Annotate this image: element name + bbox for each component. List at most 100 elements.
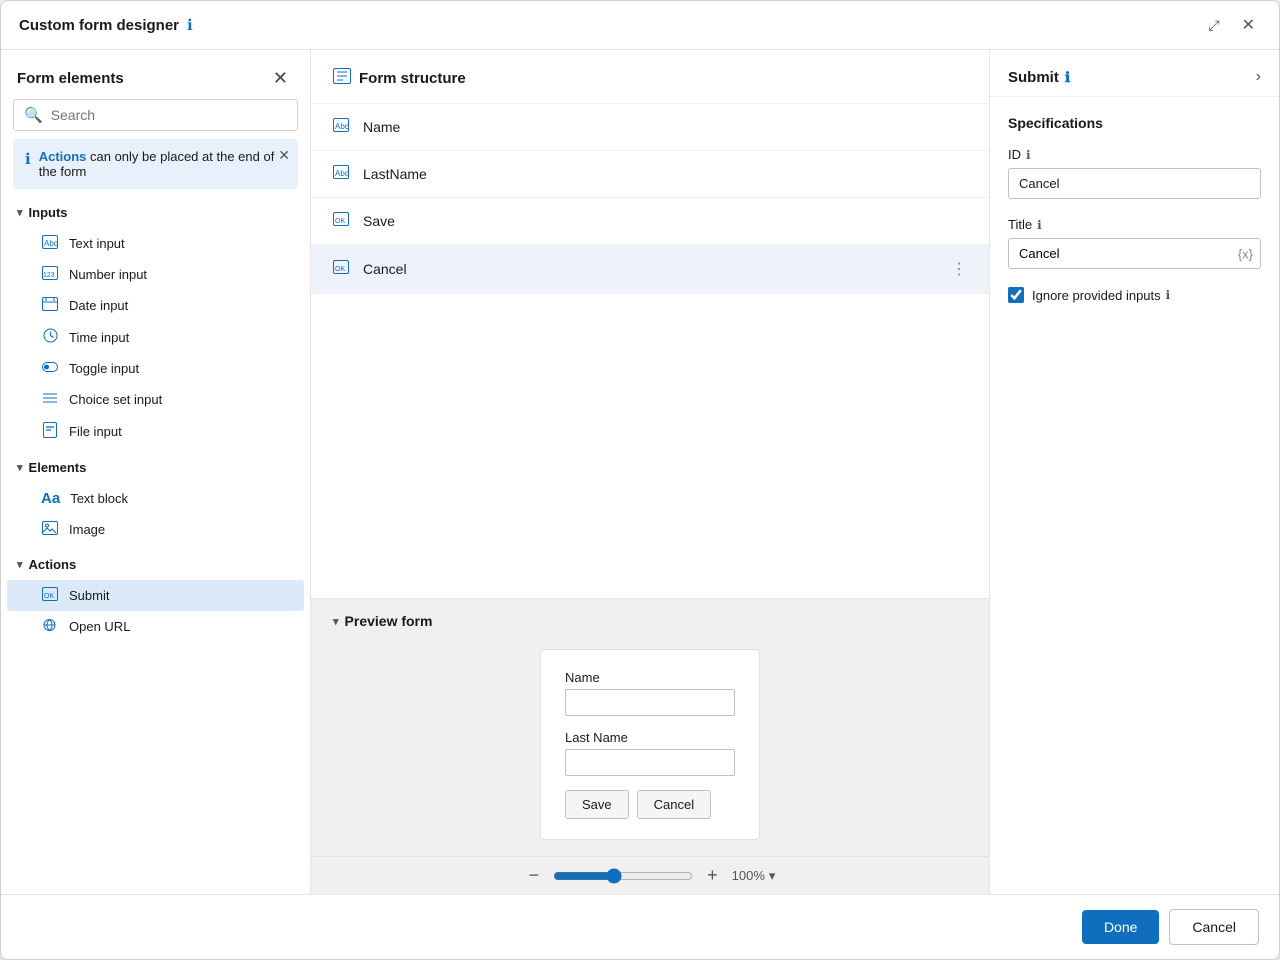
form-structure-area: Form structure Abc Name Abc LastName <box>311 50 989 599</box>
ignore-inputs-checkbox[interactable] <box>1008 287 1024 303</box>
right-panel: Submit ℹ › Specifications ID ℹ Title <box>989 50 1279 894</box>
open-url-icon <box>41 618 59 635</box>
alert-actions-bold: Actions <box>39 149 87 164</box>
zoom-out-button[interactable]: − <box>525 865 544 886</box>
right-panel-title: Submit ℹ <box>1008 69 1070 86</box>
zoom-value: 100% <box>732 868 765 883</box>
title-field-label: Title ℹ <box>1008 217 1261 232</box>
elements-section-header[interactable]: ▾ Elements <box>1 452 310 483</box>
text-input-label: Text input <box>69 236 125 251</box>
preview-body: Name Last Name Save Cancel <box>311 639 989 856</box>
zoom-bar: − + 100% ▾ <box>311 856 989 894</box>
search-input[interactable] <box>51 107 287 123</box>
form-structure-title: Form structure <box>359 70 466 87</box>
choice-set-input-label: Choice set input <box>69 392 162 407</box>
preview-header[interactable]: ▾ Preview form <box>311 599 989 639</box>
preview-title: Preview form <box>345 613 433 629</box>
sidebar-item-date-input[interactable]: Date input <box>7 290 304 321</box>
toggle-input-label: Toggle input <box>69 361 139 376</box>
number-input-label: Number input <box>69 267 147 282</box>
text-input-icon: Abc <box>41 235 59 252</box>
inputs-section-header[interactable]: ▾ Inputs <box>1 197 310 228</box>
svg-text:Abc: Abc <box>335 122 349 131</box>
zoom-dropdown-icon[interactable]: ▾ <box>769 868 776 884</box>
title-suffix-button[interactable]: {x} <box>1238 246 1253 261</box>
id-label-text: ID <box>1008 147 1021 162</box>
right-panel-header: Submit ℹ › <box>990 50 1279 97</box>
sidebar-item-file-input[interactable]: File input <box>7 415 304 448</box>
form-item-save[interactable]: OK Save <box>311 198 989 245</box>
preview-save-button[interactable]: Save <box>565 790 629 819</box>
alert-text: Actions can only be placed at the end of… <box>39 149 286 179</box>
sidebar-item-image[interactable]: Image <box>7 514 304 545</box>
preview-buttons: Save Cancel <box>565 790 735 819</box>
submit-icon: OK <box>41 587 59 604</box>
preview-area: ▾ Preview form Name Last Name <box>311 599 989 894</box>
title-info-icon: ℹ <box>1037 218 1042 232</box>
alert-close-button[interactable]: ✕ <box>278 147 290 164</box>
title-bar: Custom form designer ℹ ⤢ ✕ <box>1 1 1279 50</box>
close-button[interactable]: ✕ <box>1236 13 1261 37</box>
preview-field-name-input[interactable] <box>565 689 735 716</box>
right-panel-body: Specifications ID ℹ Title ℹ {x} <box>990 97 1279 321</box>
form-item-save-label: Save <box>363 213 967 229</box>
title-field-input[interactable] <box>1008 238 1261 269</box>
id-info-icon: ℹ <box>1026 148 1031 162</box>
right-panel-nav-button[interactable]: › <box>1256 68 1261 86</box>
inputs-section: ▾ Inputs Abc Text input 123 Number input <box>1 197 310 448</box>
alert-info-icon: ℹ <box>25 150 31 168</box>
left-panel-close-button[interactable]: ✕ <box>267 66 294 91</box>
form-item-cancel-more-icon[interactable]: ⋮ <box>951 259 967 279</box>
zoom-label: 100% ▾ <box>732 868 776 884</box>
form-item-lastname[interactable]: Abc LastName <box>311 151 989 198</box>
minimize-button[interactable]: ⤢ <box>1202 15 1225 36</box>
sidebar-item-text-block[interactable]: Aa Text block <box>7 483 304 514</box>
title-bar-actions: ⤢ ✕ <box>1202 13 1261 37</box>
dialog-title: Custom form designer <box>19 17 179 34</box>
form-structure-header: Form structure <box>311 50 989 104</box>
left-panel: Form elements ✕ 🔍 ℹ Actions can only be … <box>1 50 311 894</box>
file-input-label: File input <box>69 424 122 439</box>
search-box: 🔍 <box>13 99 298 131</box>
sidebar-item-toggle-input[interactable]: Toggle input <box>7 353 304 384</box>
sidebar-item-choice-set-input[interactable]: Choice set input <box>7 384 304 415</box>
time-input-label: Time input <box>69 330 129 345</box>
sidebar-item-submit[interactable]: OK Submit <box>7 580 304 611</box>
image-label: Image <box>69 522 105 537</box>
done-button[interactable]: Done <box>1082 910 1159 944</box>
zoom-slider[interactable] <box>553 868 693 884</box>
inputs-section-label: Inputs <box>29 205 68 220</box>
number-input-icon: 123 <box>41 266 59 283</box>
title-field-group: Title ℹ {x} <box>1008 217 1261 269</box>
middle-panel: Form structure Abc Name Abc LastName <box>311 50 989 894</box>
ignore-inputs-row: Ignore provided inputs ℹ <box>1008 287 1261 303</box>
image-icon <box>41 521 59 538</box>
ignore-inputs-label-text: Ignore provided inputs <box>1032 288 1161 303</box>
dialog-footer: Done Cancel <box>1 894 1279 959</box>
footer-cancel-button[interactable]: Cancel <box>1169 909 1259 945</box>
sidebar-item-time-input[interactable]: Time input <box>7 321 304 353</box>
info-icon: ℹ <box>187 16 193 34</box>
text-block-label: Text block <box>70 491 128 506</box>
preview-field-name-label: Name <box>565 670 735 685</box>
title-label-text: Title <box>1008 217 1032 232</box>
elements-section-label: Elements <box>29 460 87 475</box>
sidebar-item-number-input[interactable]: 123 Number input <box>7 259 304 290</box>
ignore-inputs-label: Ignore provided inputs ℹ <box>1032 288 1170 303</box>
preview-cancel-button[interactable]: Cancel <box>637 790 711 819</box>
date-input-icon <box>41 297 59 314</box>
sidebar-item-text-input[interactable]: Abc Text input <box>7 228 304 259</box>
time-input-icon <box>41 328 59 346</box>
specifications-title: Specifications <box>1008 115 1261 131</box>
form-item-name[interactable]: Abc Name <box>311 104 989 151</box>
id-field-label: ID ℹ <box>1008 147 1261 162</box>
title-input-wrapper: {x} <box>1008 238 1261 269</box>
sidebar-item-open-url[interactable]: Open URL <box>7 611 304 642</box>
ignore-inputs-info-icon: ℹ <box>1166 288 1171 302</box>
actions-section-header[interactable]: ▾ Actions <box>1 549 310 580</box>
left-panel-title: Form elements <box>17 70 124 87</box>
zoom-in-button[interactable]: + <box>703 865 722 886</box>
form-item-cancel[interactable]: OK Cancel ⋮ <box>311 245 989 294</box>
preview-field-lastname-input[interactable] <box>565 749 735 776</box>
id-field-input[interactable] <box>1008 168 1261 199</box>
